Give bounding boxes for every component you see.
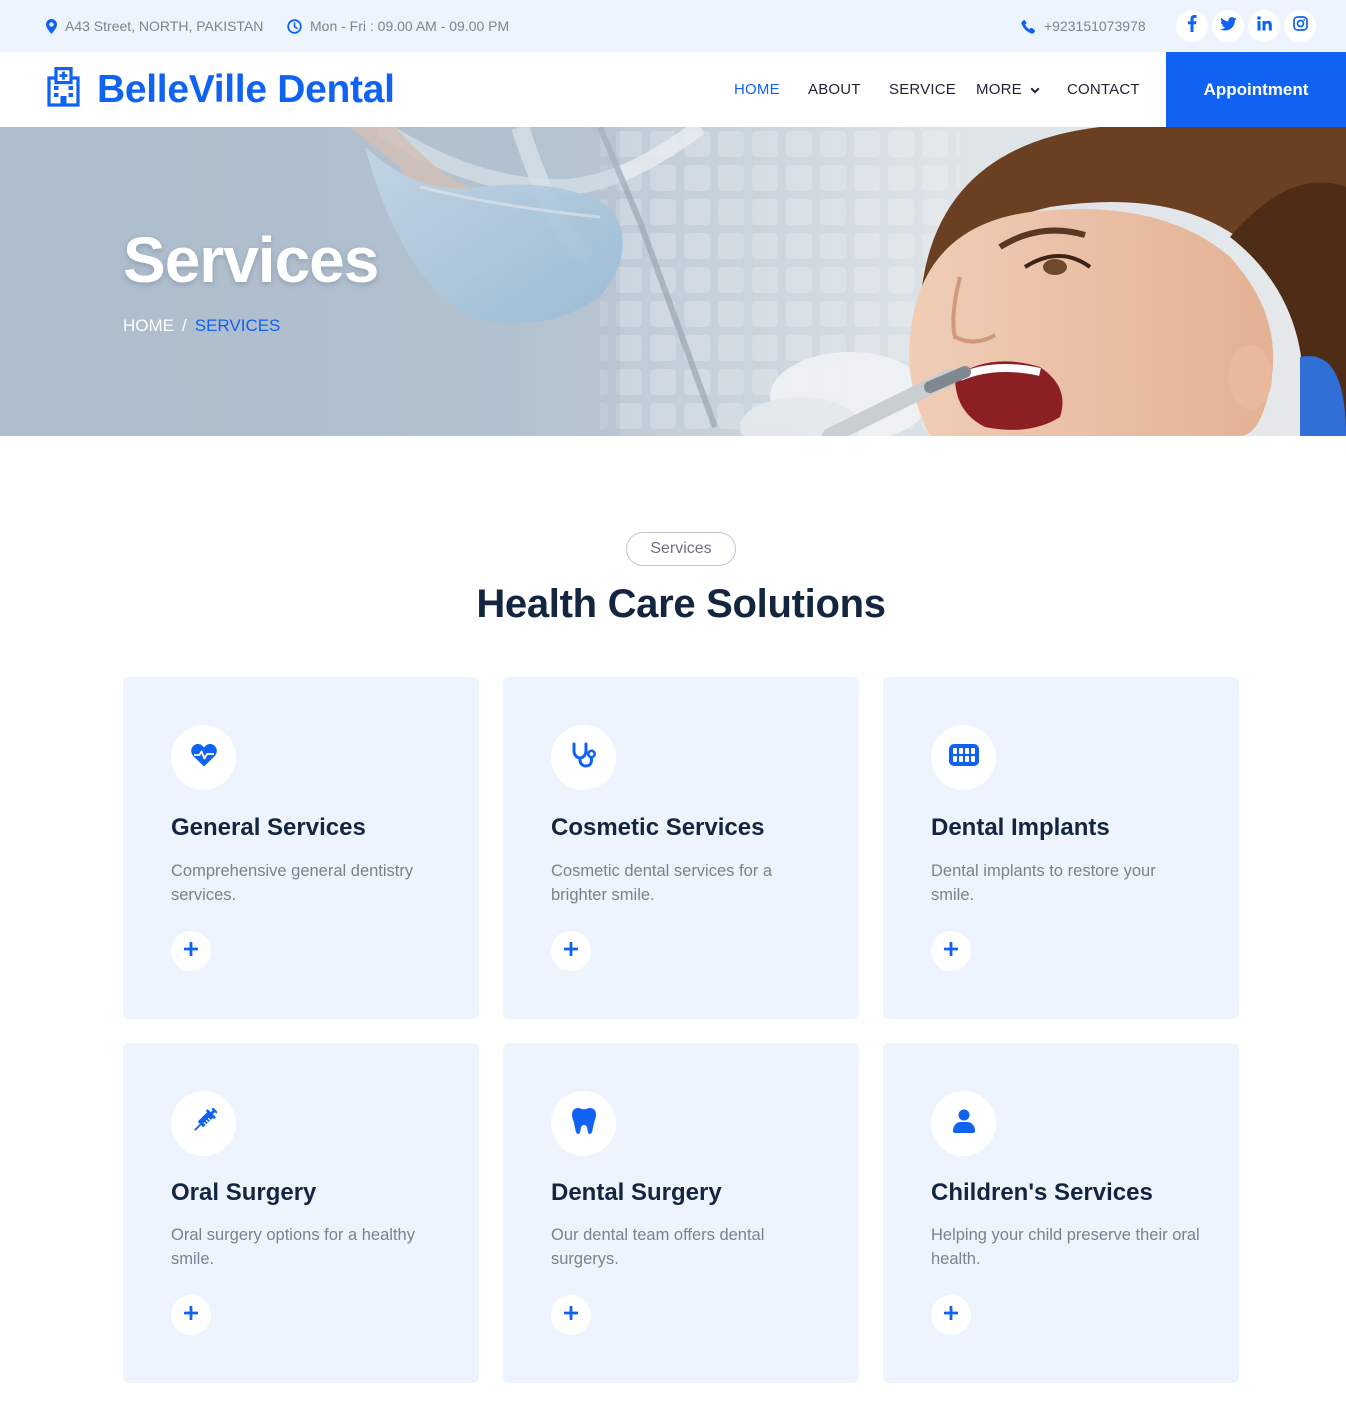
service-icon-circle bbox=[551, 1091, 616, 1156]
facebook-link[interactable] bbox=[1176, 10, 1208, 42]
service-card-cosmetic[interactable]: Cosmetic Services Cosmetic dental servic… bbox=[503, 677, 859, 1019]
heart-pulse-icon bbox=[190, 743, 217, 772]
service-more-button[interactable] bbox=[171, 1295, 211, 1335]
instagram-link[interactable] bbox=[1284, 10, 1316, 42]
service-title: Dental Surgery bbox=[551, 1179, 722, 1206]
linkedin-icon bbox=[1256, 16, 1272, 36]
service-card-children[interactable]: Children's Services Helping your child p… bbox=[883, 1043, 1239, 1383]
service-icon-circle bbox=[931, 1091, 996, 1156]
service-title: Children's Services bbox=[931, 1179, 1153, 1206]
phone-icon bbox=[1021, 19, 1036, 34]
service-title: Oral Surgery bbox=[171, 1179, 317, 1206]
brand-logo[interactable]: BelleVille Dental bbox=[46, 52, 395, 127]
section-title: Health Care Solutions bbox=[476, 582, 886, 626]
service-more-button[interactable] bbox=[931, 1295, 971, 1335]
service-description: Helping your child preserve their oral h… bbox=[931, 1226, 1200, 1268]
breadcrumb-home[interactable]: HOME bbox=[123, 316, 174, 336]
breadcrumb-separator: / bbox=[182, 316, 187, 335]
plus-icon bbox=[943, 1305, 959, 1325]
breadcrumb: HOME / SERVICES bbox=[123, 316, 280, 336]
service-icon-circle bbox=[931, 725, 996, 790]
service-description: Dental implants to restore your smile. bbox=[931, 862, 1156, 904]
service-description: Our dental team offers dental surgerys. bbox=[551, 1226, 765, 1268]
appointment-button[interactable]: Appointment bbox=[1166, 52, 1346, 127]
syringe-icon bbox=[191, 1107, 217, 1139]
address-text: A43 Street, NORTH, PAKISTAN bbox=[65, 18, 264, 34]
service-description: Oral surgery options for a healthy smile… bbox=[171, 1226, 415, 1268]
brand-name: BelleVille Dental bbox=[97, 67, 395, 111]
hospital-icon bbox=[46, 67, 81, 112]
service-title: Dental Implants bbox=[931, 814, 1110, 841]
plus-icon bbox=[183, 941, 199, 961]
phone-text: +923151073978 bbox=[1044, 18, 1146, 34]
facebook-icon bbox=[1187, 15, 1197, 37]
stethoscope-icon bbox=[571, 742, 597, 773]
service-title: General Services bbox=[171, 814, 366, 841]
nav-more-label: MORE bbox=[976, 81, 1022, 98]
plus-icon bbox=[563, 941, 579, 961]
service-more-button[interactable] bbox=[171, 931, 211, 971]
service-card-implants[interactable]: Dental Implants Dental implants to resto… bbox=[883, 677, 1239, 1019]
hours-text: Mon - Fri : 09.00 AM - 09.00 PM bbox=[310, 18, 510, 34]
top-bar: A43 Street, NORTH, PAKISTAN Mon - Fri : … bbox=[0, 0, 1346, 52]
service-card-dental-surgery[interactable]: Dental Surgery Our dental team offers de… bbox=[503, 1043, 859, 1383]
nav-home[interactable]: HOME bbox=[734, 52, 780, 127]
tooth-icon bbox=[571, 1108, 596, 1139]
hours-info: Mon - Fri : 09.00 AM - 09.00 PM bbox=[287, 0, 509, 52]
nav-about[interactable]: ABOUT bbox=[808, 52, 861, 127]
service-description: Cosmetic dental services for a brighter … bbox=[551, 862, 773, 904]
map-pin-icon bbox=[46, 18, 57, 34]
service-title: Cosmetic Services bbox=[551, 814, 765, 841]
user-icon bbox=[952, 1109, 975, 1138]
nav-contact[interactable]: CONTACT bbox=[1067, 52, 1140, 127]
page-hero: Services HOME / SERVICES bbox=[0, 127, 1346, 436]
chevron-down-icon bbox=[1030, 81, 1040, 98]
address-info: A43 Street, NORTH, PAKISTAN bbox=[46, 0, 263, 52]
section-tag: Services bbox=[626, 532, 736, 566]
linkedin-link[interactable] bbox=[1248, 10, 1280, 42]
twitter-link[interactable] bbox=[1212, 10, 1244, 42]
twitter-icon bbox=[1219, 16, 1237, 36]
teeth-icon bbox=[948, 744, 979, 771]
service-icon-circle bbox=[171, 1091, 236, 1156]
service-more-button[interactable] bbox=[931, 931, 971, 971]
service-card-oral-surgery[interactable]: Oral Surgery Oral surgery options for a … bbox=[123, 1043, 479, 1383]
main-navbar: BelleVille Dental HOME ABOUT SERVICE MOR… bbox=[0, 52, 1346, 127]
instagram-icon bbox=[1292, 16, 1308, 36]
nav-more[interactable]: MORE bbox=[976, 52, 1040, 127]
service-description: Comprehensive general dentistry services… bbox=[171, 862, 414, 904]
phone-info[interactable]: +923151073978 bbox=[1021, 0, 1146, 52]
plus-icon bbox=[943, 941, 959, 961]
hero-title: Services bbox=[123, 224, 379, 296]
service-icon-circle bbox=[171, 725, 236, 790]
plus-icon bbox=[563, 1305, 579, 1325]
nav-service[interactable]: SERVICE bbox=[889, 52, 956, 127]
clock-icon bbox=[287, 18, 302, 34]
breadcrumb-current: SERVICES bbox=[194, 316, 281, 335]
service-more-button[interactable] bbox=[551, 1295, 591, 1335]
service-more-button[interactable] bbox=[551, 931, 591, 971]
service-card-general[interactable]: General Services Comprehensive general d… bbox=[123, 677, 479, 1019]
service-icon-circle bbox=[551, 725, 616, 790]
plus-icon bbox=[183, 1305, 199, 1325]
